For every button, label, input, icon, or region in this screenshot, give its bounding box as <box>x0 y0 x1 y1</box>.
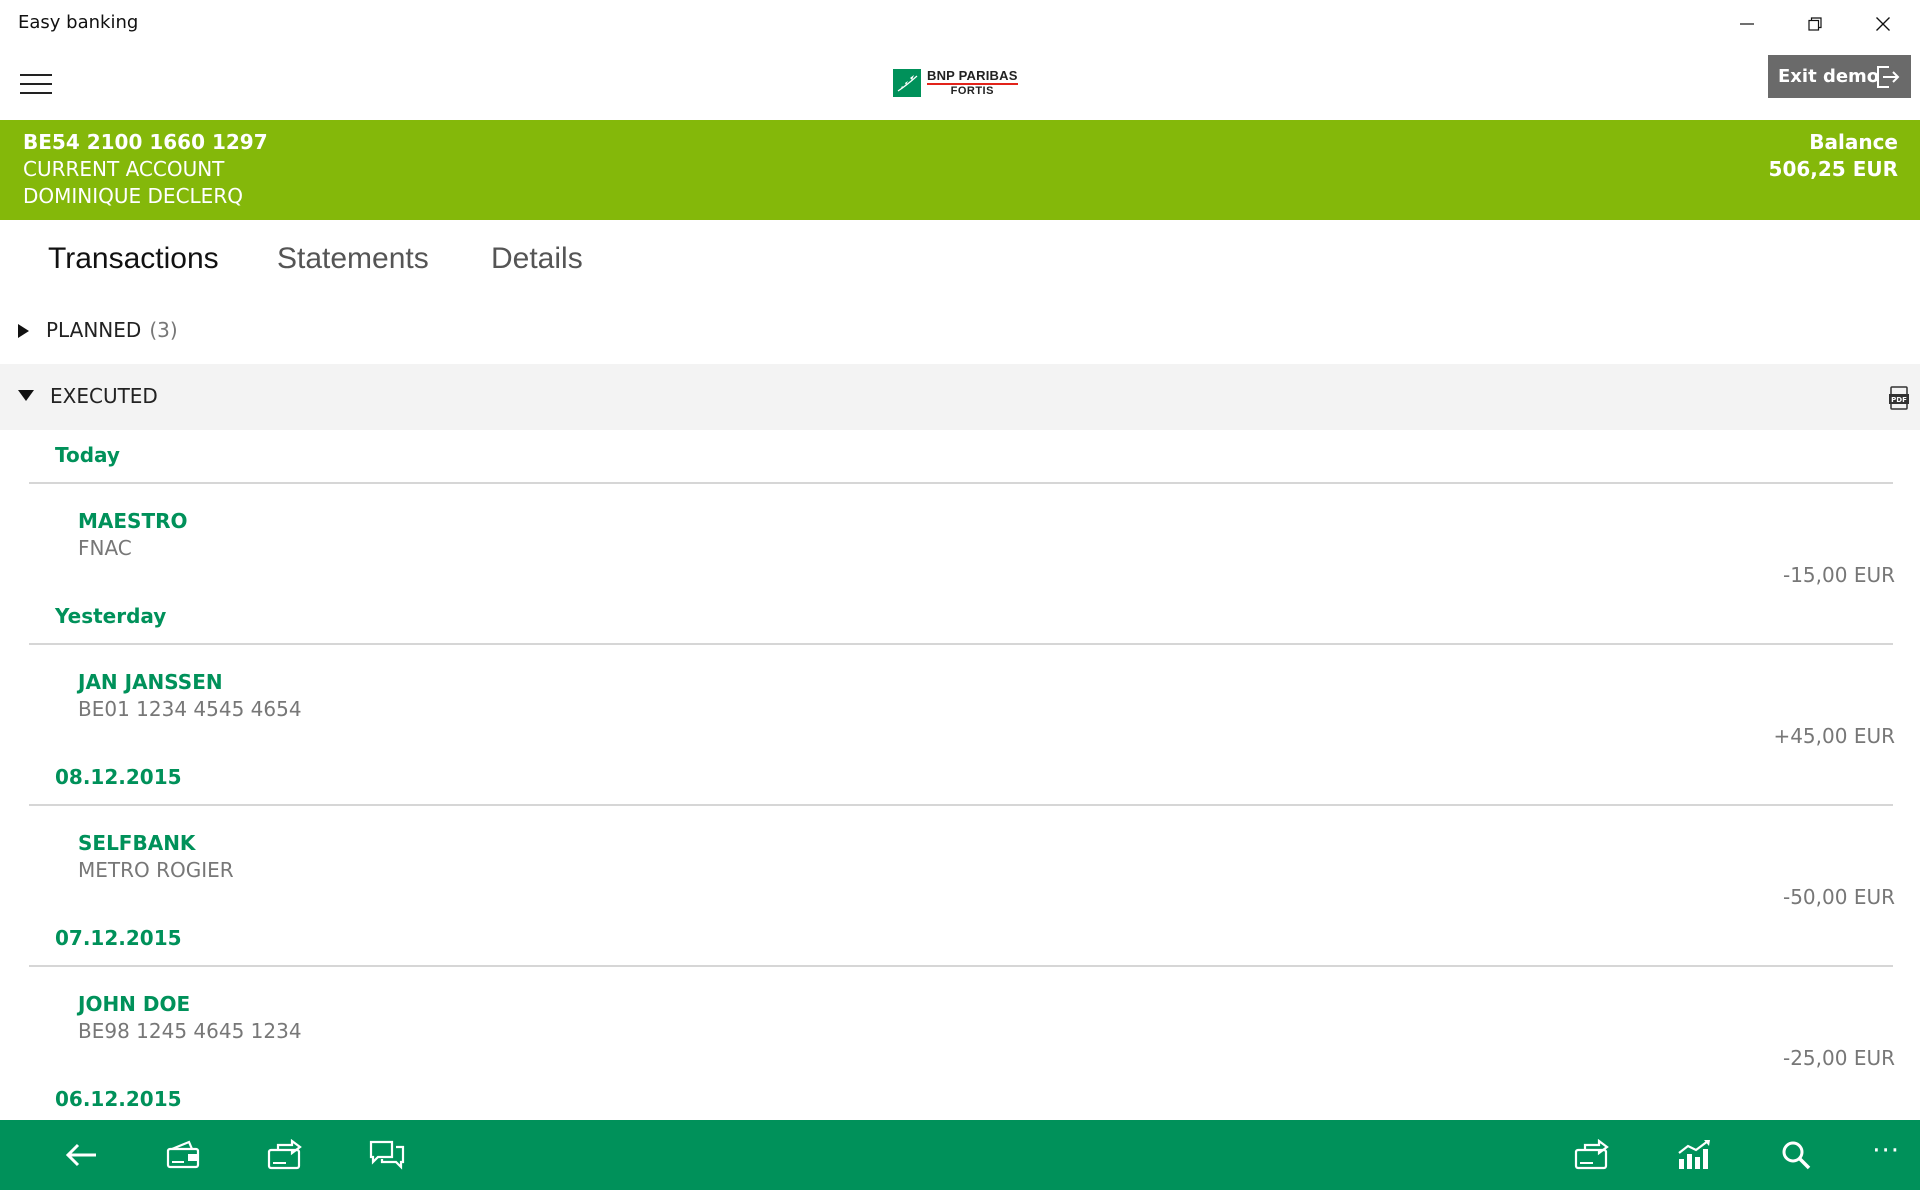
logo-text-line1: BNP PARIBAS <box>927 67 1018 85</box>
transaction-description[interactable]: METRO ROGIER <box>78 858 234 882</box>
balance-value: 506,25 EUR <box>1768 157 1898 181</box>
planned-label: PLANNED <box>46 318 142 342</box>
transaction-amount[interactable]: -15,00 EUR <box>1783 563 1895 587</box>
pdf-export-icon[interactable]: PDF <box>1888 386 1910 410</box>
back-arrow-icon <box>65 1143 96 1167</box>
transaction-description[interactable]: BE98 1245 4645 1234 <box>78 1019 302 1043</box>
transaction-amount[interactable]: -25,00 EUR <box>1783 1046 1895 1070</box>
executed-label: EXECUTED <box>50 384 158 408</box>
tab-details[interactable]: Details <box>491 242 583 276</box>
tab-bar: Transactions Statements Details <box>0 220 1920 298</box>
minimize-icon <box>1740 23 1754 25</box>
divider <box>29 643 1893 645</box>
group-date: 08.12.2015 <box>55 765 182 789</box>
date-group: 06.12.2015 <box>0 1074 1920 1120</box>
search-icon <box>1782 1141 1811 1170</box>
chart-growth-icon <box>1678 1140 1710 1169</box>
planned-count: (3) <box>149 318 178 342</box>
transaction-amount[interactable]: -50,00 EUR <box>1783 885 1895 909</box>
transaction-counterparty[interactable]: JAN JANSSEN <box>78 670 223 694</box>
back-button[interactable] <box>46 1120 116 1190</box>
wallet-icon <box>166 1140 200 1169</box>
exit-icon <box>1877 66 1900 88</box>
transaction-list: Today MAESTRO FNAC -15,00 EUR Yesterday … <box>0 430 1920 1120</box>
group-date: Yesterday <box>55 604 167 628</box>
planned-section-header[interactable]: PLANNED (3) <box>0 298 1920 364</box>
transaction-description[interactable]: FNAC <box>78 536 132 560</box>
wallet-button[interactable] <box>148 1120 218 1190</box>
app-header: BNP PARIBAS FORTIS Exit demo <box>0 48 1920 120</box>
window-title: Easy banking <box>18 12 139 33</box>
restore-icon <box>1808 17 1822 31</box>
exit-demo-label: Exit demo <box>1778 66 1880 87</box>
transaction-description[interactable]: BE01 1234 4545 4654 <box>78 697 302 721</box>
search-button[interactable] <box>1761 1120 1831 1190</box>
transfer-icon <box>267 1139 302 1170</box>
date-group: Yesterday JAN JANSSEN BE01 1234 4545 465… <box>0 591 1920 752</box>
stars-logo-icon <box>893 69 921 97</box>
svg-text:PDF: PDF <box>1891 396 1907 404</box>
tab-transactions[interactable]: Transactions <box>48 242 219 276</box>
group-date: 06.12.2015 <box>55 1087 182 1111</box>
account-holder: DOMINIQUE DECLERQ <box>23 184 243 208</box>
group-date: Today <box>55 443 120 467</box>
account-type: CURRENT ACCOUNT <box>23 157 225 181</box>
bottom-app-bar: ··· <box>0 1120 1920 1190</box>
close-button[interactable] <box>1850 0 1916 48</box>
messages-button[interactable] <box>352 1120 422 1190</box>
executed-section-header[interactable]: EXECUTED PDF <box>0 364 1920 430</box>
group-date: 07.12.2015 <box>55 926 182 950</box>
menu-icon[interactable] <box>20 74 52 96</box>
collapse-arrow-icon <box>18 390 34 401</box>
account-iban: BE54 2100 1660 1297 <box>23 130 268 154</box>
transfer-icon <box>1574 1139 1609 1170</box>
transaction-counterparty[interactable]: MAESTRO <box>78 509 188 533</box>
divider <box>29 965 1893 967</box>
account-banner[interactable]: BE54 2100 1660 1297 CURRENT ACCOUNT DOMI… <box>0 120 1920 220</box>
transaction-counterparty[interactable]: JOHN DOE <box>78 992 190 1016</box>
minimize-button[interactable] <box>1714 0 1780 48</box>
restore-button[interactable] <box>1782 0 1848 48</box>
expand-arrow-icon <box>18 324 29 338</box>
logo-text-line2: FORTIS <box>950 84 994 97</box>
exit-demo-button[interactable]: Exit demo <box>1768 55 1911 98</box>
date-group: 07.12.2015 JOHN DOE BE98 1245 4645 1234 … <box>0 913 1920 1074</box>
window-title-bar: Easy banking <box>0 0 1920 48</box>
transfer-shortcut-button[interactable] <box>1557 1120 1627 1190</box>
divider <box>29 482 1893 484</box>
close-icon <box>1876 17 1890 31</box>
tab-statements[interactable]: Statements <box>277 242 429 276</box>
balance-label: Balance <box>1809 130 1898 154</box>
bank-logo: BNP PARIBAS FORTIS <box>893 68 1018 98</box>
divider <box>29 804 1893 806</box>
transfer-button[interactable] <box>250 1120 320 1190</box>
date-group: Today MAESTRO FNAC -15,00 EUR <box>0 430 1920 591</box>
date-group: 08.12.2015 SELFBANK METRO ROGIER -50,00 … <box>0 752 1920 913</box>
more-options-button[interactable]: ··· <box>1872 1136 1900 1166</box>
transaction-amount[interactable]: +45,00 EUR <box>1773 724 1895 748</box>
analytics-button[interactable] <box>1659 1120 1729 1190</box>
chat-bubbles-icon <box>369 1140 405 1170</box>
transaction-counterparty[interactable]: SELFBANK <box>78 831 195 855</box>
